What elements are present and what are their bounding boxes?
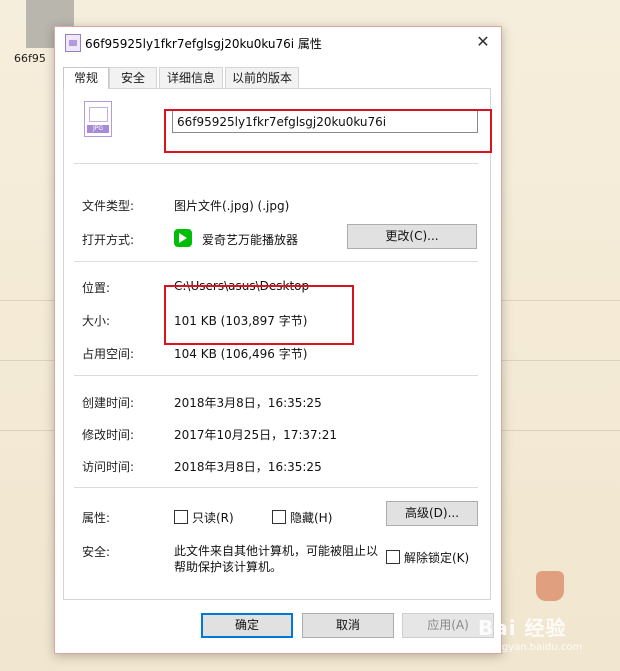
divider <box>74 261 478 262</box>
baidu-watermark: Bai 经验 <box>478 616 567 640</box>
created-label: 创建时间: <box>82 396 135 410</box>
modified-value: 2017年10月25日，17:37:21 <box>174 428 337 442</box>
ok-button[interactable]: 确定 <box>201 613 293 638</box>
jpg-file-icon: JPG <box>84 101 112 137</box>
image-file-icon <box>65 34 81 52</box>
window-title: 66f95925ly1fkr7efglsgj20ku0ku76i 属性 <box>85 37 322 51</box>
change-button[interactable]: 更改(C)... <box>347 224 477 249</box>
tab-security[interactable]: 安全 <box>109 67 157 88</box>
properties-window: 66f95925ly1fkr7efglsgj20ku0ku76i 属性 ✕ 常规… <box>54 26 502 654</box>
accessed-label: 访问时间: <box>82 460 135 474</box>
location-label: 位置: <box>82 281 111 295</box>
created-value: 2018年3月8日，16:35:25 <box>174 396 322 410</box>
unblock-label[interactable]: 解除锁定(K) <box>404 549 469 566</box>
tab-previous-versions[interactable]: 以前的版本 <box>225 67 299 88</box>
unblock-checkbox[interactable] <box>386 550 400 564</box>
open-with-label: 打开方式: <box>82 233 135 247</box>
modified-label: 修改时间: <box>82 428 135 442</box>
file-type-label: 文件类型: <box>82 199 135 213</box>
picture-glyph <box>89 107 108 122</box>
hidden-checkbox[interactable] <box>272 510 286 524</box>
close-button[interactable]: ✕ <box>471 31 495 53</box>
highlight-box-filename <box>164 109 492 153</box>
general-panel: JPG 66f95925ly1fkr7efglsgj20ku0ku76i 文件类… <box>63 88 492 600</box>
readonly-checkbox[interactable] <box>174 510 188 524</box>
accessed-value: 2018年3月8日，16:35:25 <box>174 460 322 474</box>
baidu-watermark-url: jingyan.baidu.com <box>490 642 583 653</box>
tab-general[interactable]: 常规 <box>63 67 109 89</box>
divider <box>74 487 478 488</box>
open-with-value: 爱奇艺万能播放器 <box>202 233 299 247</box>
size-label: 大小: <box>82 314 111 328</box>
tab-details[interactable]: 详细信息 <box>159 67 223 88</box>
attributes-label: 属性: <box>82 511 111 525</box>
advanced-button[interactable]: 高级(D)... <box>386 501 478 526</box>
divider <box>74 375 478 376</box>
size-on-disk-label: 占用空间: <box>82 347 135 361</box>
security-warning-text: 此文件来自其他计算机，可能被阻止以帮助保护该计算机。 <box>174 544 379 574</box>
wallpaper-plant <box>536 571 564 601</box>
file-type-value: 图片文件(.jpg) (.jpg) <box>174 199 290 213</box>
size-on-disk-value: 104 KB (106,496 字节) <box>174 347 308 361</box>
iqiyi-player-icon <box>174 229 192 247</box>
highlight-box-size <box>164 285 354 345</box>
hidden-label[interactable]: 隐藏(H) <box>290 509 332 526</box>
title-bar[interactable]: 66f95925ly1fkr7efglsgj20ku0ku76i 属性 ✕ <box>55 27 501 59</box>
readonly-label[interactable]: 只读(R) <box>192 509 234 526</box>
cancel-button[interactable]: 取消 <box>302 613 394 638</box>
divider <box>74 163 478 164</box>
security-label: 安全: <box>82 545 111 559</box>
jpg-badge: JPG <box>87 125 109 133</box>
